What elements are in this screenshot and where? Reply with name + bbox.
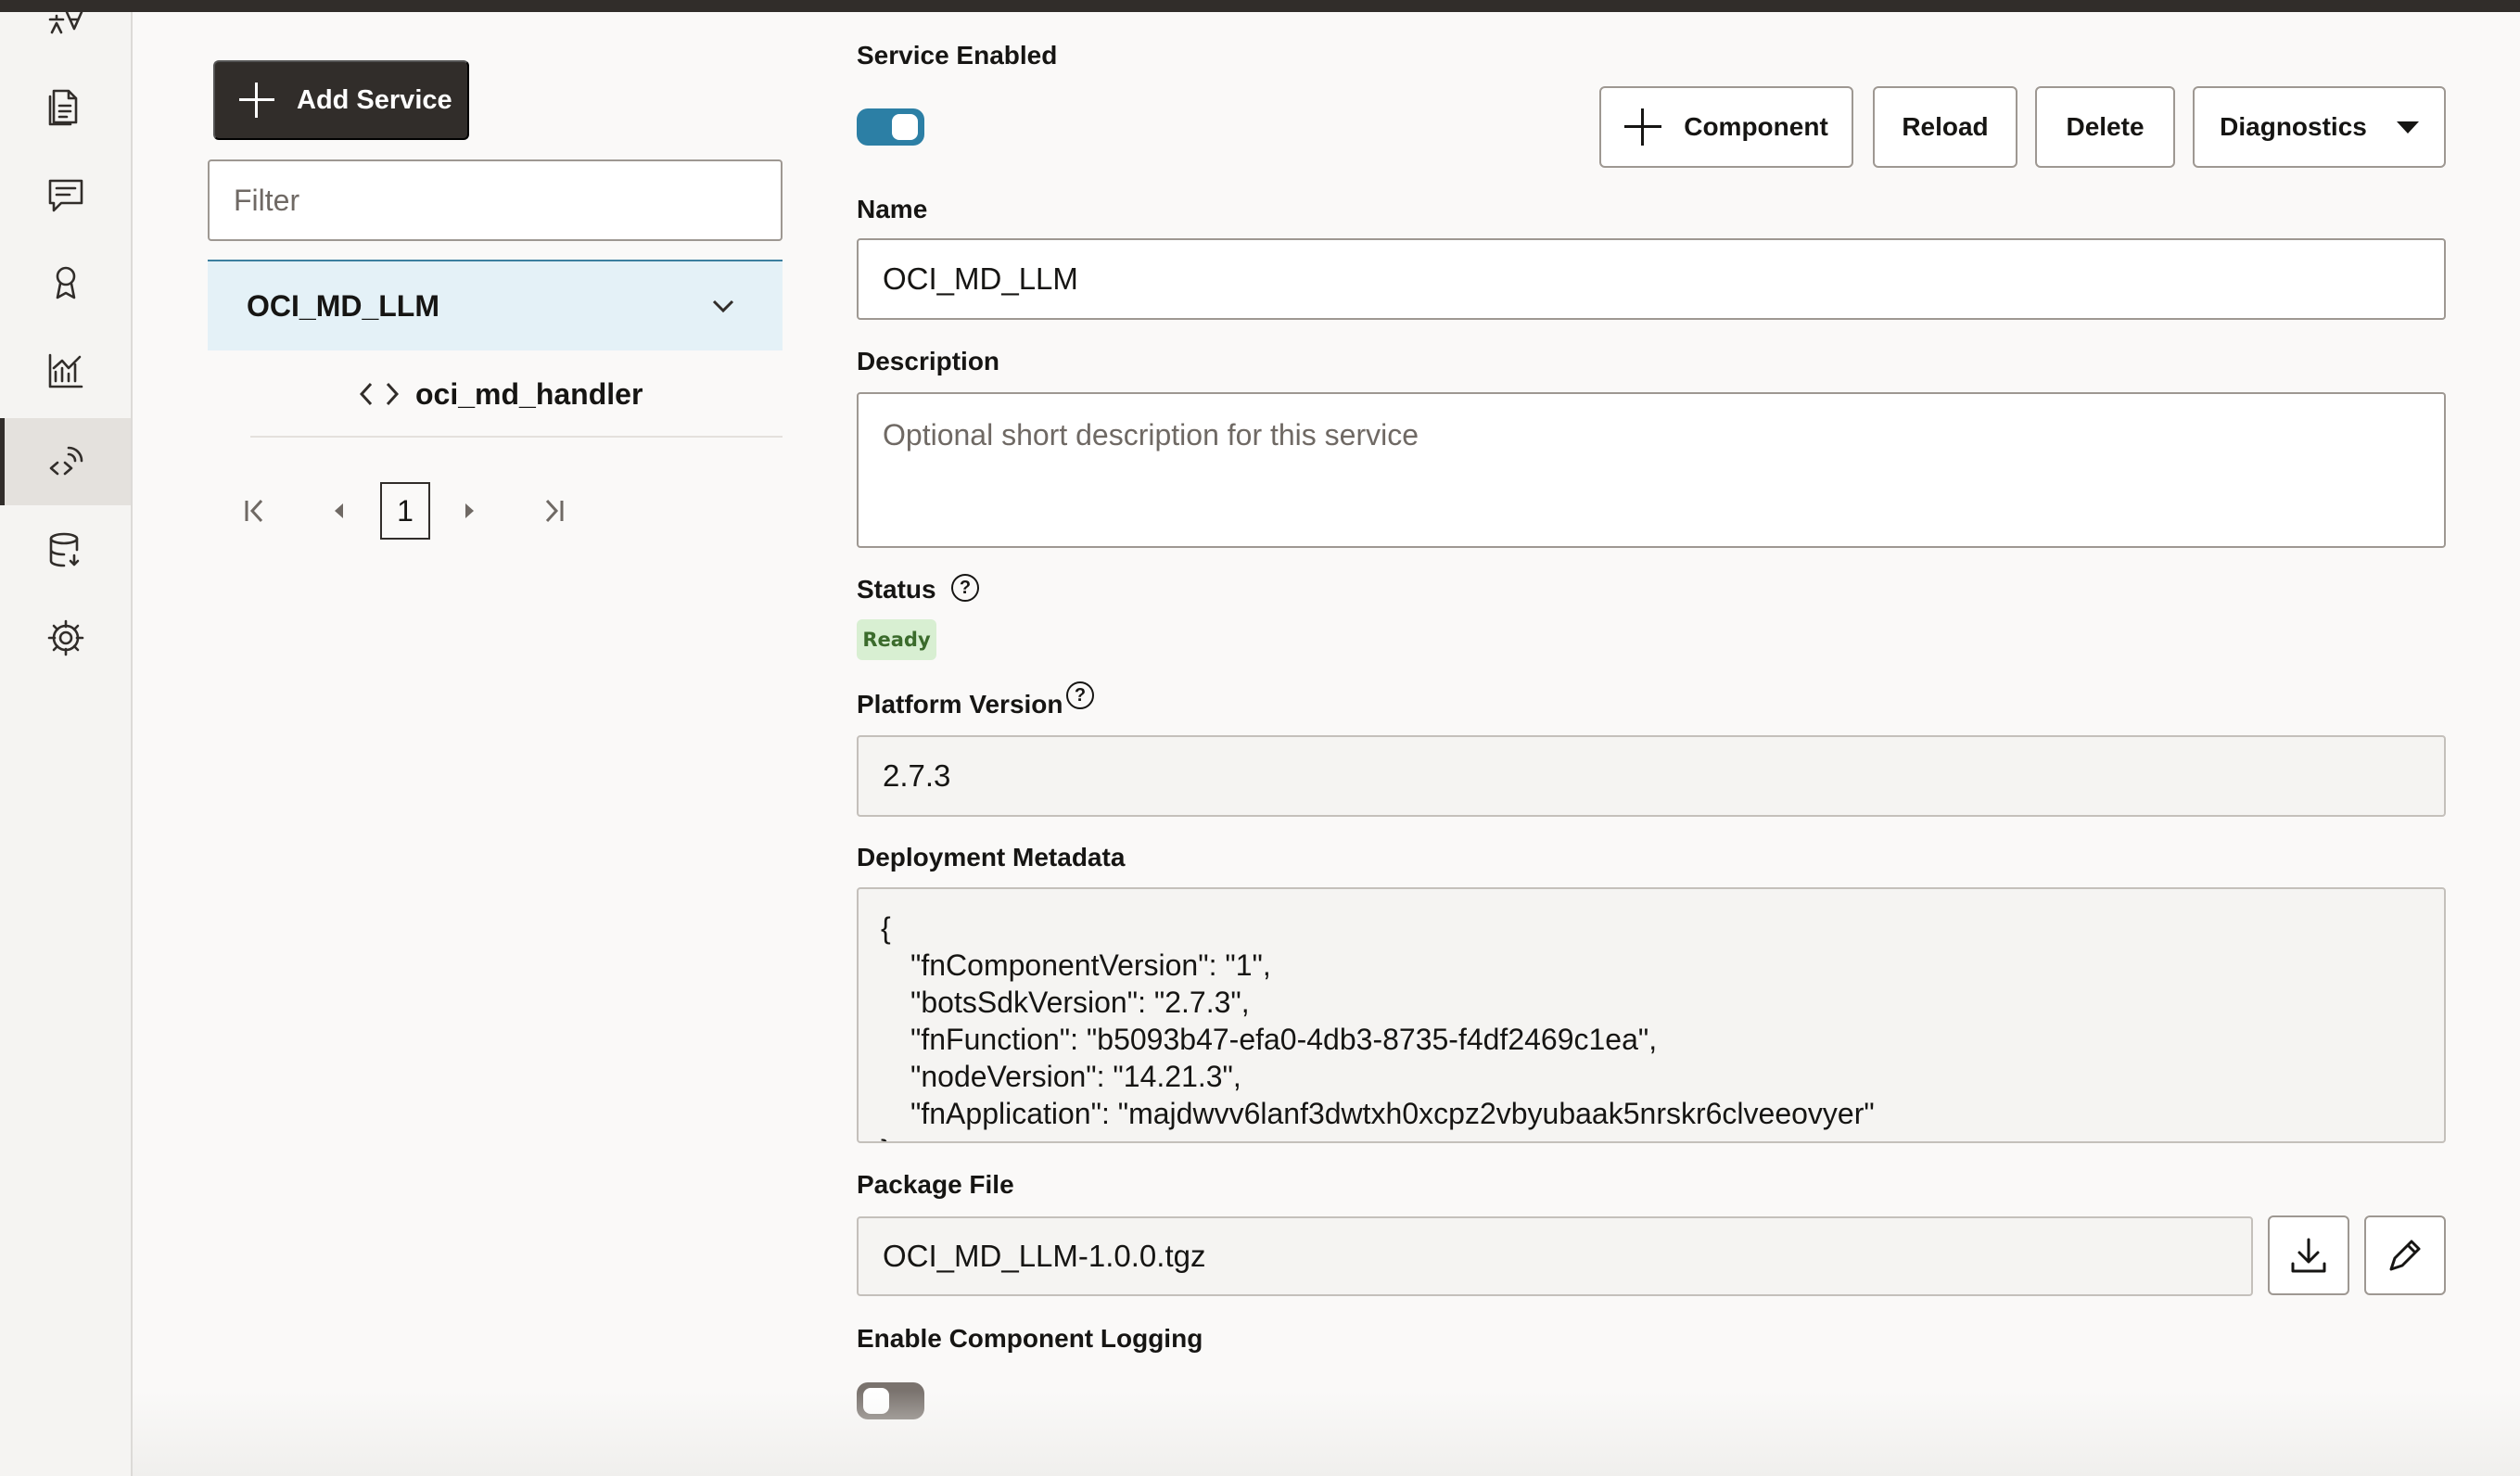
- reload-button[interactable]: Reload: [1873, 86, 2017, 168]
- previous-page-button[interactable]: [315, 482, 362, 540]
- package-file-value: OCI_MD_LLM-1.0.0.tgz: [883, 1239, 1206, 1273]
- metadata-line: "fnApplication": "majdwvv6lanf3dwtxh0xcp…: [910, 1097, 1875, 1130]
- chat-icon: [48, 179, 83, 212]
- platform-version-help-icon[interactable]: ?: [1066, 681, 1094, 709]
- status-help-icon[interactable]: ?: [951, 574, 979, 602]
- download-package-button[interactable]: [2268, 1215, 2349, 1295]
- next-page-button[interactable]: [447, 482, 493, 540]
- code-icon: [360, 382, 399, 406]
- nav-data[interactable]: [0, 507, 131, 594]
- nav-skills[interactable]: [0, 238, 131, 325]
- platform-version-label: Platform Version: [857, 690, 1063, 719]
- badge-icon: [56, 266, 75, 299]
- enable-logging-label: Enable Component Logging: [857, 1324, 1203, 1353]
- diagnostics-label: Diagnostics: [2220, 112, 2367, 141]
- plus-icon: [1624, 108, 1662, 146]
- metadata-line: }: [881, 1132, 2422, 1141]
- enable-logging-toggle[interactable]: [857, 1382, 924, 1419]
- package-file-label: Package File: [857, 1170, 1014, 1199]
- name-field[interactable]: OCI_MD_LLM: [857, 238, 2446, 320]
- bottom-fade: [133, 1391, 2520, 1476]
- first-page-button[interactable]: [232, 482, 278, 540]
- nav-insights[interactable]: [0, 327, 131, 414]
- download-icon: [2291, 1238, 2326, 1273]
- add-service-button[interactable]: Add Service: [213, 60, 469, 140]
- service-enabled-label: Service Enabled: [857, 41, 1058, 70]
- nav-settings[interactable]: [0, 594, 131, 681]
- current-page[interactable]: 1: [380, 482, 430, 540]
- chevron-down-icon[interactable]: [712, 295, 734, 317]
- nav-api-services[interactable]: [0, 418, 131, 505]
- description-label: Description: [857, 347, 1000, 375]
- analytics-icon: [48, 353, 83, 388]
- status-badge: Ready: [857, 619, 936, 660]
- first-page-icon: [245, 499, 263, 523]
- nav-conversations[interactable]: [0, 151, 131, 238]
- add-service-label: Add Service: [297, 84, 452, 115]
- nav-translate[interactable]: [0, 0, 131, 60]
- metadata-line: "fnFunction": "b5093b47-efa0-4db3-8735-f…: [910, 1023, 1658, 1056]
- caret-left-icon: [335, 503, 343, 518]
- package-file-field: OCI_MD_LLM-1.0.0.tgz: [857, 1216, 2253, 1296]
- service-enabled-toggle[interactable]: [857, 108, 924, 146]
- diagnostics-menu-button[interactable]: Diagnostics: [2193, 86, 2446, 168]
- pagination: 1: [232, 482, 584, 540]
- name-label: Name: [857, 195, 928, 223]
- last-page-button[interactable]: [530, 482, 577, 540]
- deployment-metadata-label: Deployment Metadata: [857, 843, 1126, 872]
- top-bar: [0, 0, 2520, 12]
- pencil-icon: [2389, 1240, 2421, 1271]
- service-tree-item-label: OCI_MD_LLM: [247, 288, 439, 323]
- plus-icon: [239, 83, 274, 118]
- handler-tree-item[interactable]: oci_md_handler: [250, 352, 783, 438]
- caret-down-icon: [2396, 121, 2419, 134]
- deployment-metadata-field[interactable]: { "fnComponentVersion": "1", "botsSdkVer…: [857, 887, 2446, 1143]
- handler-tree-item-label: oci_md_handler: [415, 376, 643, 411]
- nav-documents[interactable]: [0, 63, 131, 150]
- add-component-button[interactable]: Component: [1599, 86, 1853, 168]
- metadata-line: "fnComponentVersion": "1",: [910, 948, 1271, 982]
- translate-icon: [48, 10, 83, 34]
- name-value: OCI_MD_LLM: [883, 261, 1078, 296]
- metadata-line: "botsSdkVersion": "2.7.3",: [910, 986, 1250, 1019]
- description-field[interactable]: [857, 392, 2446, 548]
- api-services-icon: [49, 446, 83, 476]
- caret-right-icon: [465, 503, 474, 518]
- database-icon: [49, 532, 79, 567]
- edit-package-button[interactable]: [2364, 1215, 2446, 1295]
- metadata-line: "nodeVersion": "14.21.3",: [910, 1060, 1241, 1093]
- nav-rail: [0, 10, 133, 1476]
- gear-icon: [47, 619, 83, 656]
- platform-version-value: 2.7.3: [883, 758, 951, 793]
- status-label: Status: [857, 575, 936, 604]
- filter-input[interactable]: [208, 159, 783, 241]
- metadata-line: {: [881, 911, 891, 945]
- service-tree-item[interactable]: OCI_MD_LLM: [208, 260, 783, 350]
- platform-version-field: 2.7.3: [857, 735, 2446, 817]
- toggle-knob: [863, 1388, 889, 1414]
- add-component-label: Component: [1684, 112, 1828, 141]
- last-page-icon: [545, 499, 564, 523]
- delete-button[interactable]: Delete: [2035, 86, 2175, 168]
- toggle-knob: [892, 114, 918, 140]
- document-icon: [48, 89, 77, 126]
